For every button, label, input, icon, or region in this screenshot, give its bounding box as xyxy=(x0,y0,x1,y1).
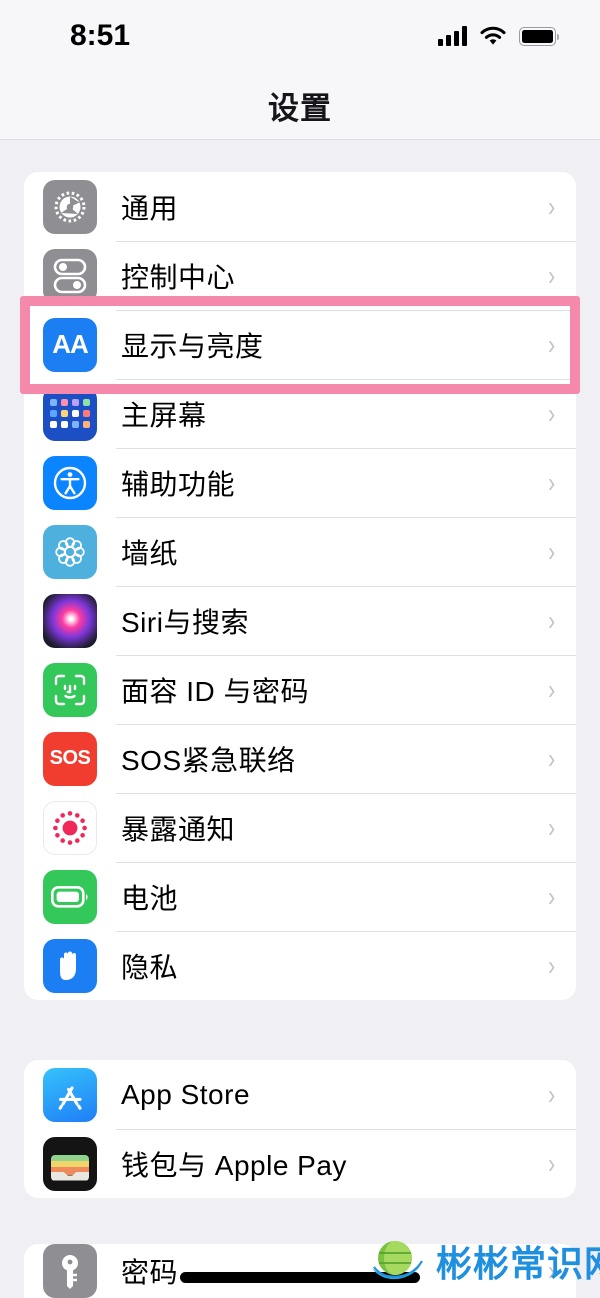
siri-icon xyxy=(43,593,97,648)
display-brightness-icon: AA xyxy=(43,317,97,372)
settings-row-exposure-notifications[interactable]: 暴露通知 › xyxy=(24,793,576,862)
wifi-icon xyxy=(480,26,506,46)
nav-bar: 设置 xyxy=(0,72,600,140)
chevron-right-icon: › xyxy=(547,259,555,291)
battery-icon xyxy=(43,869,97,924)
watermark-text: 彬彬常识网 xyxy=(436,1243,600,1284)
sos-icon: SOS xyxy=(43,731,97,786)
settings-row-privacy[interactable]: 隐私 › xyxy=(24,931,576,1000)
chevron-right-icon: › xyxy=(547,466,555,498)
settings-row-label: 面容 ID 与密码 xyxy=(121,675,310,707)
settings-row-general[interactable]: 通用 › xyxy=(24,172,576,241)
settings-group-store: App Store › 钱包与 Apple Pay › xyxy=(24,1060,576,1198)
settings-row-emergency-sos[interactable]: SOS SOS紧急联络 › xyxy=(24,724,576,793)
chevron-right-icon: › xyxy=(547,535,555,567)
chevron-right-icon: › xyxy=(547,742,555,774)
settings-row-accessibility[interactable]: 辅助功能 › xyxy=(24,448,576,517)
settings-row-label: 电池 xyxy=(121,882,179,914)
chevron-right-icon: › xyxy=(547,673,555,705)
control-center-icon xyxy=(43,248,97,303)
settings-row-label: App Store xyxy=(121,1078,251,1110)
settings-row-label: 暴露通知 xyxy=(121,813,236,845)
settings-row-label: 控制中心 xyxy=(121,261,236,293)
battery-full-icon xyxy=(519,26,559,46)
chevron-right-icon: › xyxy=(547,190,555,222)
settings-row-label: 辅助功能 xyxy=(121,468,236,500)
globe-logo-icon xyxy=(372,1241,424,1280)
cellular-signal-icon xyxy=(438,26,467,46)
exposure-notification-icon xyxy=(43,800,97,855)
settings-row-wallet-apple-pay[interactable]: 钱包与 Apple Pay › xyxy=(24,1129,576,1198)
settings-row-label: 密码 xyxy=(121,1257,179,1288)
chevron-right-icon: › xyxy=(547,811,555,843)
settings-row-battery[interactable]: 电池 › xyxy=(24,862,576,931)
settings-row-label: 显示与亮度 xyxy=(121,330,264,362)
wallet-cards xyxy=(51,1154,89,1181)
settings-screen: 8:51 设置 通用 › 控制中心 › AA 显示与亮度 › 主屏幕 › 辅助功… xyxy=(0,0,600,1298)
settings-row-label: 主屏幕 xyxy=(121,399,207,431)
settings-row-control-center[interactable]: 控制中心 › xyxy=(24,241,576,310)
gear-icon xyxy=(43,179,97,234)
settings-row-label: 墙纸 xyxy=(121,537,179,569)
chevron-right-icon: › xyxy=(547,949,555,981)
page-title: 设置 xyxy=(268,91,332,126)
home-screen-icon xyxy=(43,386,97,441)
settings-row-siri-search[interactable]: Siri与搜索 › xyxy=(24,586,576,655)
settings-row-face-id-passcode[interactable]: 面容 ID 与密码 › xyxy=(24,655,576,724)
settings-row-display-brightness[interactable]: AA 显示与亮度 › xyxy=(24,310,576,379)
settings-row-label: 钱包与 Apple Pay xyxy=(121,1149,347,1181)
settings-group-system: 通用 › 控制中心 › AA 显示与亮度 › 主屏幕 › 辅助功能 › 墙纸 ›… xyxy=(24,172,576,1000)
app-store-icon xyxy=(43,1067,97,1122)
settings-row-home-screen[interactable]: 主屏幕 › xyxy=(24,379,576,448)
settings-row-label: 隐私 xyxy=(121,951,179,983)
settings-row-label: Siri与搜索 xyxy=(121,606,249,638)
wallet-icon xyxy=(43,1136,97,1191)
settings-row-label: 通用 xyxy=(121,192,179,224)
chevron-right-icon: › xyxy=(547,604,555,636)
wallpaper-icon xyxy=(43,524,97,579)
sos-icon-text: SOS xyxy=(49,747,91,769)
status-bar: 8:51 xyxy=(0,0,600,72)
face-id-icon xyxy=(43,662,97,717)
accessibility-icon xyxy=(43,455,97,510)
home-screen-grid xyxy=(50,399,90,428)
settings-row-wallpaper[interactable]: 墙纸 › xyxy=(24,517,576,586)
settings-row-app-store[interactable]: App Store › xyxy=(24,1060,576,1129)
chevron-right-icon: › xyxy=(547,328,555,360)
status-bar-indicators xyxy=(438,26,559,46)
display-icon-text: AA xyxy=(52,329,89,359)
key-icon xyxy=(43,1244,97,1298)
watermark: 彬彬常识网 xyxy=(368,1234,600,1288)
privacy-hand-icon xyxy=(43,938,97,993)
chevron-right-icon: › xyxy=(547,1078,555,1110)
chevron-right-icon: › xyxy=(547,1147,555,1179)
chevron-right-icon: › xyxy=(547,880,555,912)
settings-row-label: SOS紧急联络 xyxy=(121,744,296,776)
chevron-right-icon: › xyxy=(547,397,555,429)
status-bar-time: 8:51 xyxy=(70,19,131,52)
